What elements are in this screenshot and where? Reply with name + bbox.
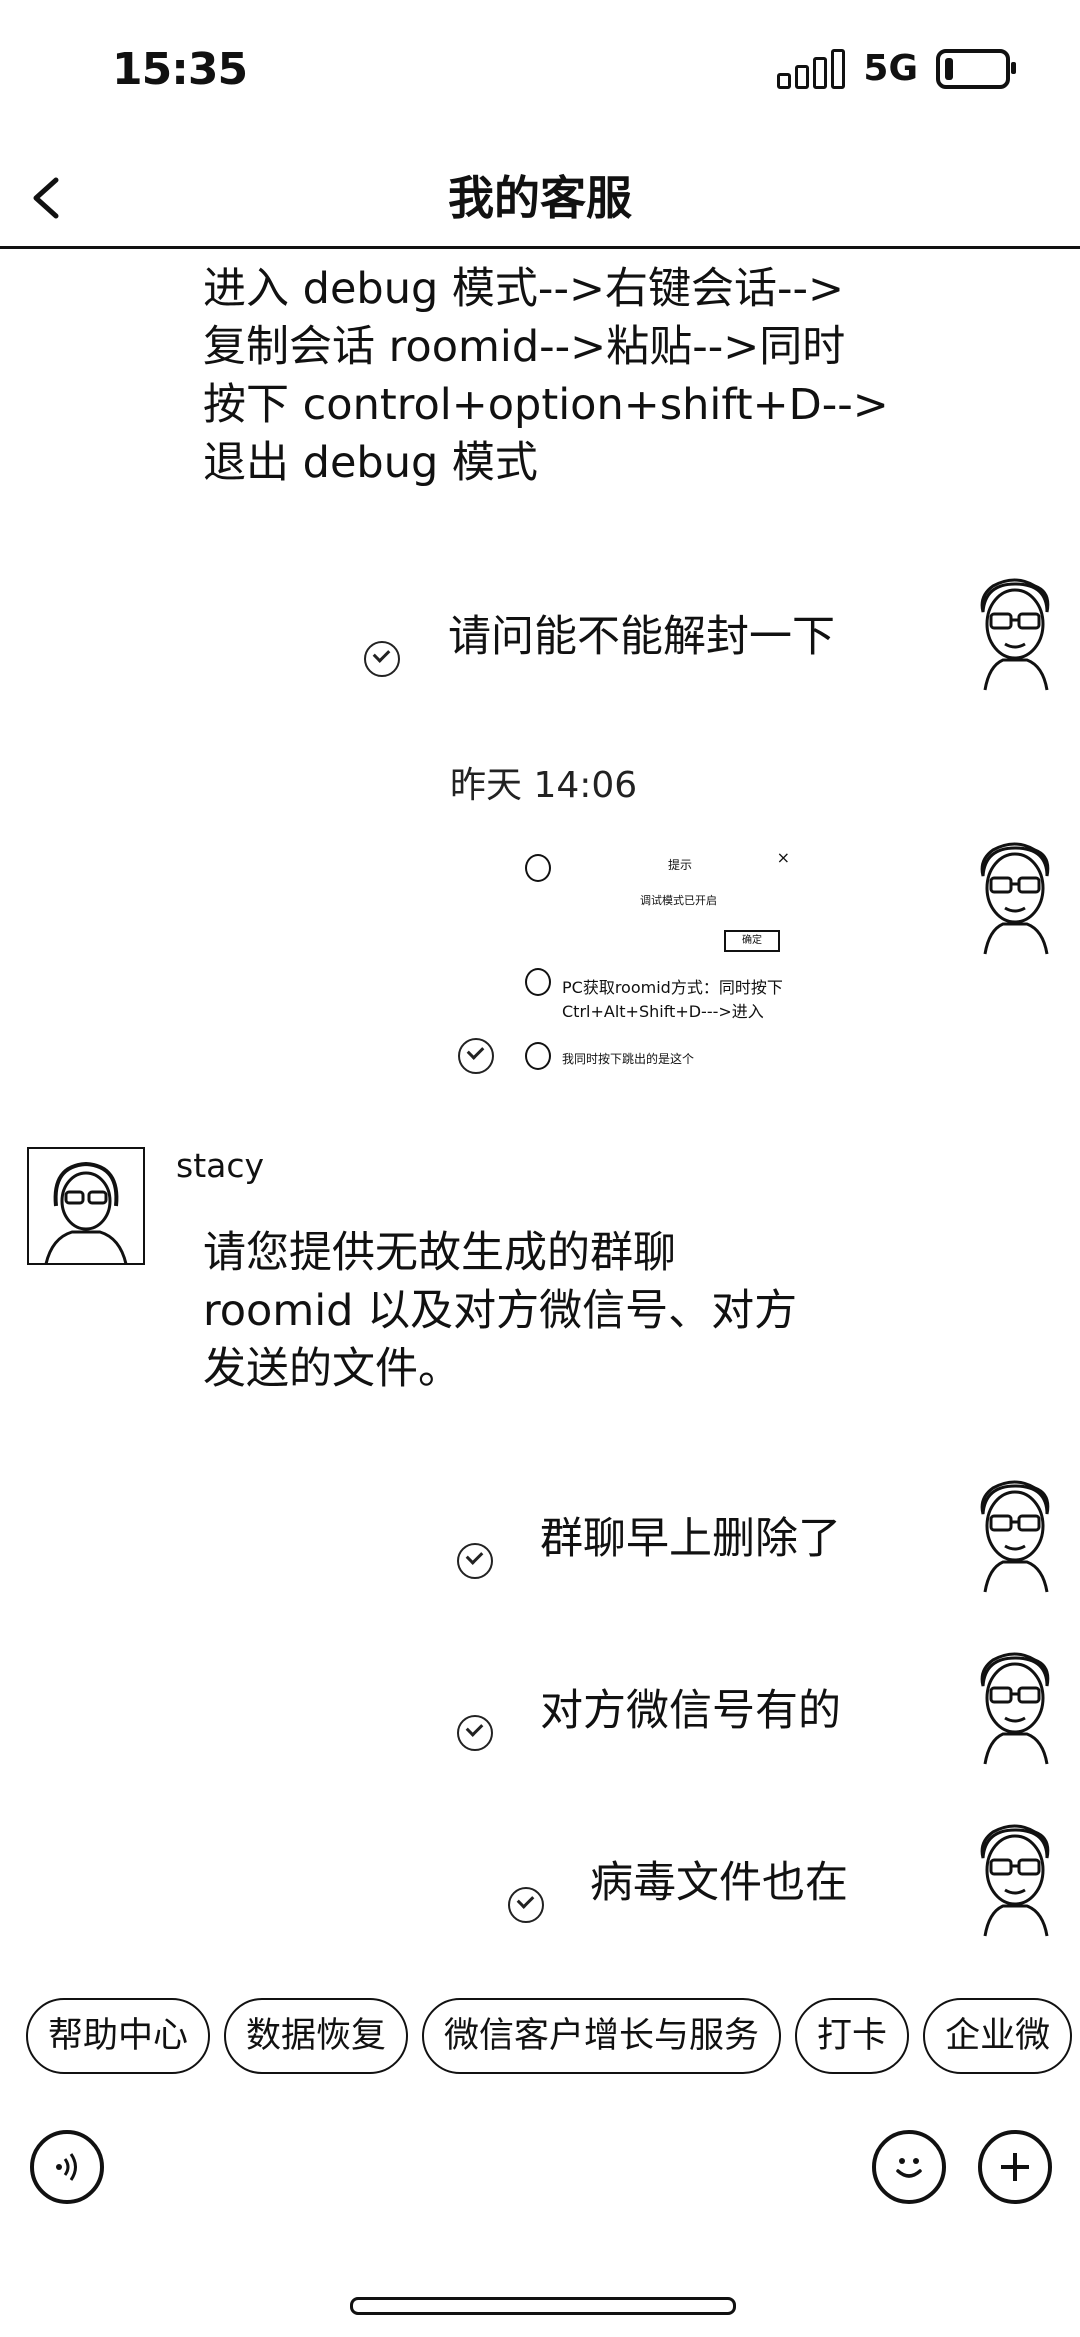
sender-name: stacy [176,1146,265,1185]
quick-reply-chip[interactable]: 打卡 [795,1998,910,2074]
quick-reply-chip[interactable]: 帮助中心 [26,1998,211,2074]
message-line: 进入 debug 模式-->右键会话--> [203,264,845,314]
quick-reply-chip[interactable]: 微信客户增长与服务 [422,1998,782,2074]
user-avatar[interactable] [955,836,1075,956]
check-circle-icon [458,1038,494,1074]
plus-button[interactable] [978,2130,1052,2204]
plus-icon [1001,2153,1029,2181]
emoji-button[interactable] [872,2130,946,2204]
user-avatar[interactable] [955,1646,1075,1766]
emoji-icon [896,2158,922,2178]
user-avatar[interactable] [955,1818,1075,1938]
home-indicator[interactable] [350,2297,736,2315]
message-text: 请问能不能解封一下 [448,612,835,662]
network-type: 5G [863,48,918,89]
message-line: roomid 以及对方微信号、对方 [203,1286,798,1336]
nav-bar: 我的客服 [0,150,1080,249]
quick-reply-chip[interactable]: 企业微 [923,1998,1073,2074]
check-circle-icon [364,641,400,677]
dialog-confirm-button: 确定 [724,930,780,952]
screenshot-image[interactable]: 提示 × 调试模式已开启 确定 PC获取roomid方式：同时按下 Ctrl+A… [510,840,810,1090]
status-indicators: 5G [777,48,1016,89]
message-line: 按下 control+option+shift+D--> [203,380,889,430]
close-icon: × [776,848,790,867]
message-text: 病毒文件也在 [590,1858,848,1908]
image-text-line: 我同时按下跳出的是这个 [562,1052,695,1066]
check-circle-icon [508,1887,544,1923]
battery-icon [936,48,1016,89]
quick-reply-bar: 帮助中心 数据恢复 微信客户增长与服务 打卡 企业微 [26,1998,1073,2074]
status-time: 15:35 [112,44,248,95]
voice-icon [56,2153,77,2181]
voice-button[interactable] [30,2130,104,2204]
message-line: 复制会话 roomid-->粘贴-->同时 [203,322,846,372]
app-logo-icon [525,1042,551,1070]
check-circle-icon [457,1543,493,1579]
user-avatar[interactable] [955,1474,1075,1594]
app-logo-icon [525,854,551,882]
image-text-line: PC获取roomid方式：同时按下 [562,978,783,997]
image-text-line: Ctrl+Alt+Shift+D--->进入 [562,1002,764,1021]
signal-icon [777,48,846,89]
message-line: 发送的文件。 [203,1344,461,1394]
dialog-title: 提示 [668,858,693,872]
page-title: 我的客服 [448,171,632,225]
message-text: 群聊早上删除了 [540,1514,841,1564]
quick-reply-chip[interactable]: 数据恢复 [224,1998,409,2074]
app-logo-icon [525,968,551,996]
check-circle-icon [457,1715,493,1751]
message-line: 退出 debug 模式 [203,438,538,488]
agent-avatar[interactable] [26,1146,146,1266]
dialog-text: 调试模式已开启 [640,894,717,907]
user-avatar[interactable] [955,572,1075,692]
timestamp: 昨天 14:06 [450,765,638,806]
message-text: 对方微信号有的 [540,1686,841,1736]
message-line: 请您提供无故生成的群聊 [203,1228,676,1278]
